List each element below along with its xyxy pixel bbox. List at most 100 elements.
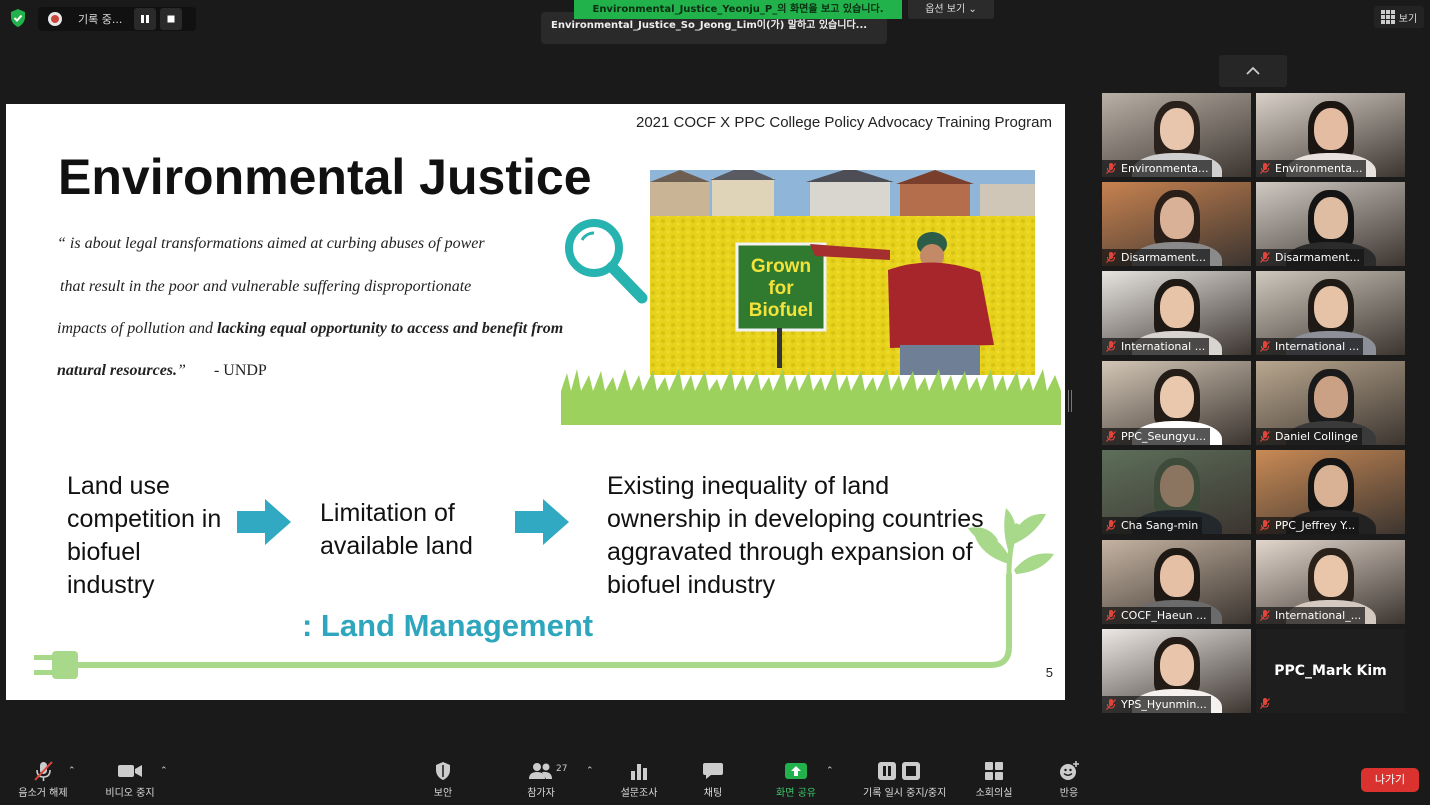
participant-tile[interactable]: Daniel Collinge bbox=[1256, 361, 1405, 445]
participant-name-label: Environmenta... bbox=[1256, 160, 1367, 177]
quote-line: that result in the poor and vulnerable s… bbox=[60, 278, 472, 295]
participant-face bbox=[1159, 465, 1194, 508]
view-options-dropdown[interactable]: 옵션 보기 ⌄ bbox=[908, 0, 994, 19]
participant-name-label: Environmenta... bbox=[1102, 160, 1213, 177]
participant-face bbox=[1159, 644, 1194, 687]
muted-mic-icon bbox=[1106, 341, 1116, 352]
muted-mic-icon bbox=[1260, 431, 1270, 442]
pause-recording-label: 기록 일시 중지/중지 bbox=[863, 788, 947, 799]
share-screen-button[interactable]: 화면 공유 bbox=[761, 760, 831, 799]
participant-face bbox=[1313, 286, 1348, 329]
flow-step-3: Existing inequality of land ownership in… bbox=[607, 472, 984, 599]
view-options-label: 옵션 보기 bbox=[925, 4, 966, 15]
audio-options-caret[interactable]: ⌃ bbox=[68, 766, 76, 776]
muted-mic-icon bbox=[1260, 252, 1270, 263]
participants-options-caret[interactable]: ⌃ bbox=[586, 766, 594, 776]
participant-name-label: Disarmament... bbox=[1256, 249, 1365, 266]
grid-view-icon bbox=[1380, 10, 1395, 24]
participant-tile[interactable]: YPS_Hyunmin... bbox=[1102, 629, 1251, 713]
sign-line: Biofuel bbox=[749, 300, 813, 321]
chat-button[interactable]: 채팅 bbox=[678, 760, 748, 799]
biofuel-field-photo: Grown for Biofuel bbox=[650, 170, 1035, 375]
muted-mic-icon bbox=[34, 761, 53, 781]
participant-tile[interactable]: International ... bbox=[1256, 271, 1405, 355]
slide-conclusion: : Land Management bbox=[302, 608, 594, 643]
share-options-caret[interactable]: ⌃ bbox=[826, 766, 834, 776]
arrow-right-icon bbox=[237, 499, 291, 545]
panel-resize-handle[interactable] bbox=[1068, 390, 1072, 412]
quote-emphasis: natural resources. bbox=[57, 362, 178, 379]
participant-tile[interactable]: Disarmament... bbox=[1102, 182, 1251, 266]
muted-mic-icon bbox=[1260, 163, 1270, 174]
participant-tile[interactable]: COCF_Haeun ... bbox=[1102, 540, 1251, 624]
pause-recording-toolbar-button[interactable]: 기록 일시 중지/중지 bbox=[863, 760, 947, 799]
participant-name: COCF_Haeun ... bbox=[1121, 609, 1207, 622]
participant-name-label: PPC_Seungyu... bbox=[1102, 428, 1211, 445]
stop-icon bbox=[167, 15, 175, 23]
participant-name: YPS_Hyunmin... bbox=[1121, 698, 1207, 711]
magnifier-icon bbox=[565, 219, 648, 304]
participant-name: Environmenta... bbox=[1121, 162, 1209, 175]
participant-tile[interactable]: Environmenta... bbox=[1102, 93, 1251, 177]
chat-label: 채팅 bbox=[703, 788, 723, 799]
video-options-caret[interactable]: ⌃ bbox=[160, 766, 168, 776]
breakout-rooms-icon bbox=[985, 762, 1003, 780]
security-shield-icon bbox=[436, 762, 450, 780]
participants-count: 27 bbox=[556, 764, 568, 774]
quote-text: impacts of pollution and bbox=[57, 320, 217, 337]
muted-mic-icon bbox=[1260, 520, 1270, 531]
participant-name: International ... bbox=[1121, 340, 1206, 353]
view-layout-button[interactable]: 보기 bbox=[1374, 6, 1424, 28]
participant-tile[interactable]: International_... bbox=[1256, 540, 1405, 624]
breakout-rooms-button[interactable]: 소회의실 bbox=[959, 760, 1029, 799]
participant-face bbox=[1313, 108, 1348, 151]
chevron-down-icon: ⌄ bbox=[968, 4, 977, 15]
share-screen-label: 화면 공유 bbox=[776, 788, 816, 799]
pause-stop-recording-icon bbox=[878, 762, 920, 780]
participant-name-label: Daniel Collinge bbox=[1256, 428, 1362, 445]
participant-face bbox=[1313, 197, 1348, 240]
participant-name-label: Disarmament... bbox=[1102, 249, 1211, 266]
participant-tile[interactable]: Cha Sang-min bbox=[1102, 450, 1251, 534]
participant-name-label: COCF_Haeun ... bbox=[1102, 607, 1211, 624]
collapse-gallery-button[interactable] bbox=[1219, 55, 1287, 87]
participant-face bbox=[1159, 286, 1194, 329]
quote-line: natural resources.” - UNDP bbox=[57, 362, 267, 380]
participant-tile[interactable]: PPC_Seungyu... bbox=[1102, 361, 1251, 445]
recording-label: 기록 중... bbox=[78, 13, 123, 26]
recording-dot-icon bbox=[48, 12, 62, 26]
participant-tile[interactable]: PPC_Jeffrey Y... bbox=[1256, 450, 1405, 534]
flow-step-2: Limitation of available land bbox=[320, 499, 473, 560]
participant-name: PPC_Jeffrey Y... bbox=[1275, 519, 1356, 532]
muted-mic-icon bbox=[1260, 698, 1270, 709]
participant-tile[interactable]: Environmenta... bbox=[1256, 93, 1405, 177]
participants-icon bbox=[529, 763, 552, 779]
quote-line: “ is about legal transformations aimed a… bbox=[57, 235, 485, 252]
participant-tile[interactable]: Disarmament... bbox=[1256, 182, 1405, 266]
quote-line: impacts of pollution and lacking equal o… bbox=[57, 320, 563, 338]
stop-video-label: 비디오 중지 bbox=[105, 788, 155, 799]
participant-name-label: PPC_Jeffrey Y... bbox=[1256, 517, 1360, 534]
security-shield-icon[interactable] bbox=[8, 8, 28, 28]
security-button[interactable]: 보안 bbox=[408, 760, 478, 799]
participant-name-label: International ... bbox=[1256, 338, 1364, 355]
stop-video-button[interactable]: 비디오 중지 bbox=[95, 760, 165, 799]
reactions-button[interactable]: 반응 bbox=[1034, 760, 1104, 799]
unmute-label: 음소거 해제 bbox=[18, 788, 68, 799]
grass-strip-graphic bbox=[561, 369, 1061, 425]
participant-tile[interactable]: PPC_Mark Kim bbox=[1256, 629, 1405, 713]
participant-name-label: International ... bbox=[1102, 338, 1210, 355]
participant-name: Environmenta... bbox=[1275, 162, 1363, 175]
participant-name: Disarmament... bbox=[1121, 251, 1207, 264]
leave-meeting-button[interactable]: 나가기 bbox=[1361, 768, 1419, 792]
muted-mic-icon bbox=[1260, 341, 1270, 352]
participant-name: Cha Sang-min bbox=[1121, 519, 1199, 532]
muted-mic-icon bbox=[1106, 163, 1116, 174]
participant-tile[interactable]: International ... bbox=[1102, 271, 1251, 355]
stop-recording-button[interactable] bbox=[160, 8, 182, 30]
polls-button[interactable]: 설문조사 bbox=[604, 760, 674, 799]
pause-recording-button[interactable] bbox=[134, 8, 156, 30]
participant-face bbox=[1313, 376, 1348, 419]
participant-face bbox=[1159, 108, 1194, 151]
participant-name: International_... bbox=[1275, 609, 1362, 622]
